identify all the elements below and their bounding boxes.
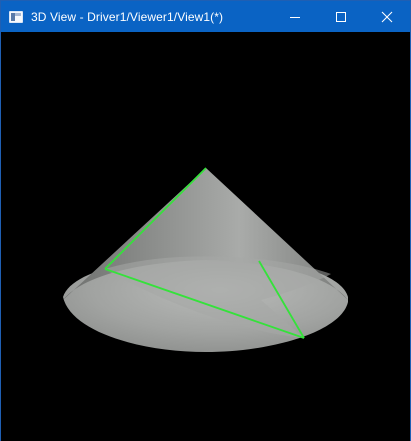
minimize-icon (290, 16, 300, 18)
close-button[interactable] (364, 1, 410, 32)
maximize-icon (336, 11, 346, 22)
3d-viewport[interactable] (1, 32, 410, 441)
window-title: 3D View - Driver1/Viewer1/View1(*) (31, 9, 224, 24)
minimize-button[interactable] (272, 1, 318, 32)
3d-view-window: 3D View - Driver1/Viewer1/View1(*) (0, 0, 411, 441)
cone-render (63, 167, 348, 352)
app-window-icon (9, 10, 23, 23)
title-bar[interactable]: 3D View - Driver1/Viewer1/View1(*) (1, 1, 410, 32)
close-icon (381, 11, 393, 22)
window-controls (272, 1, 410, 32)
maximize-button[interactable] (318, 1, 364, 32)
